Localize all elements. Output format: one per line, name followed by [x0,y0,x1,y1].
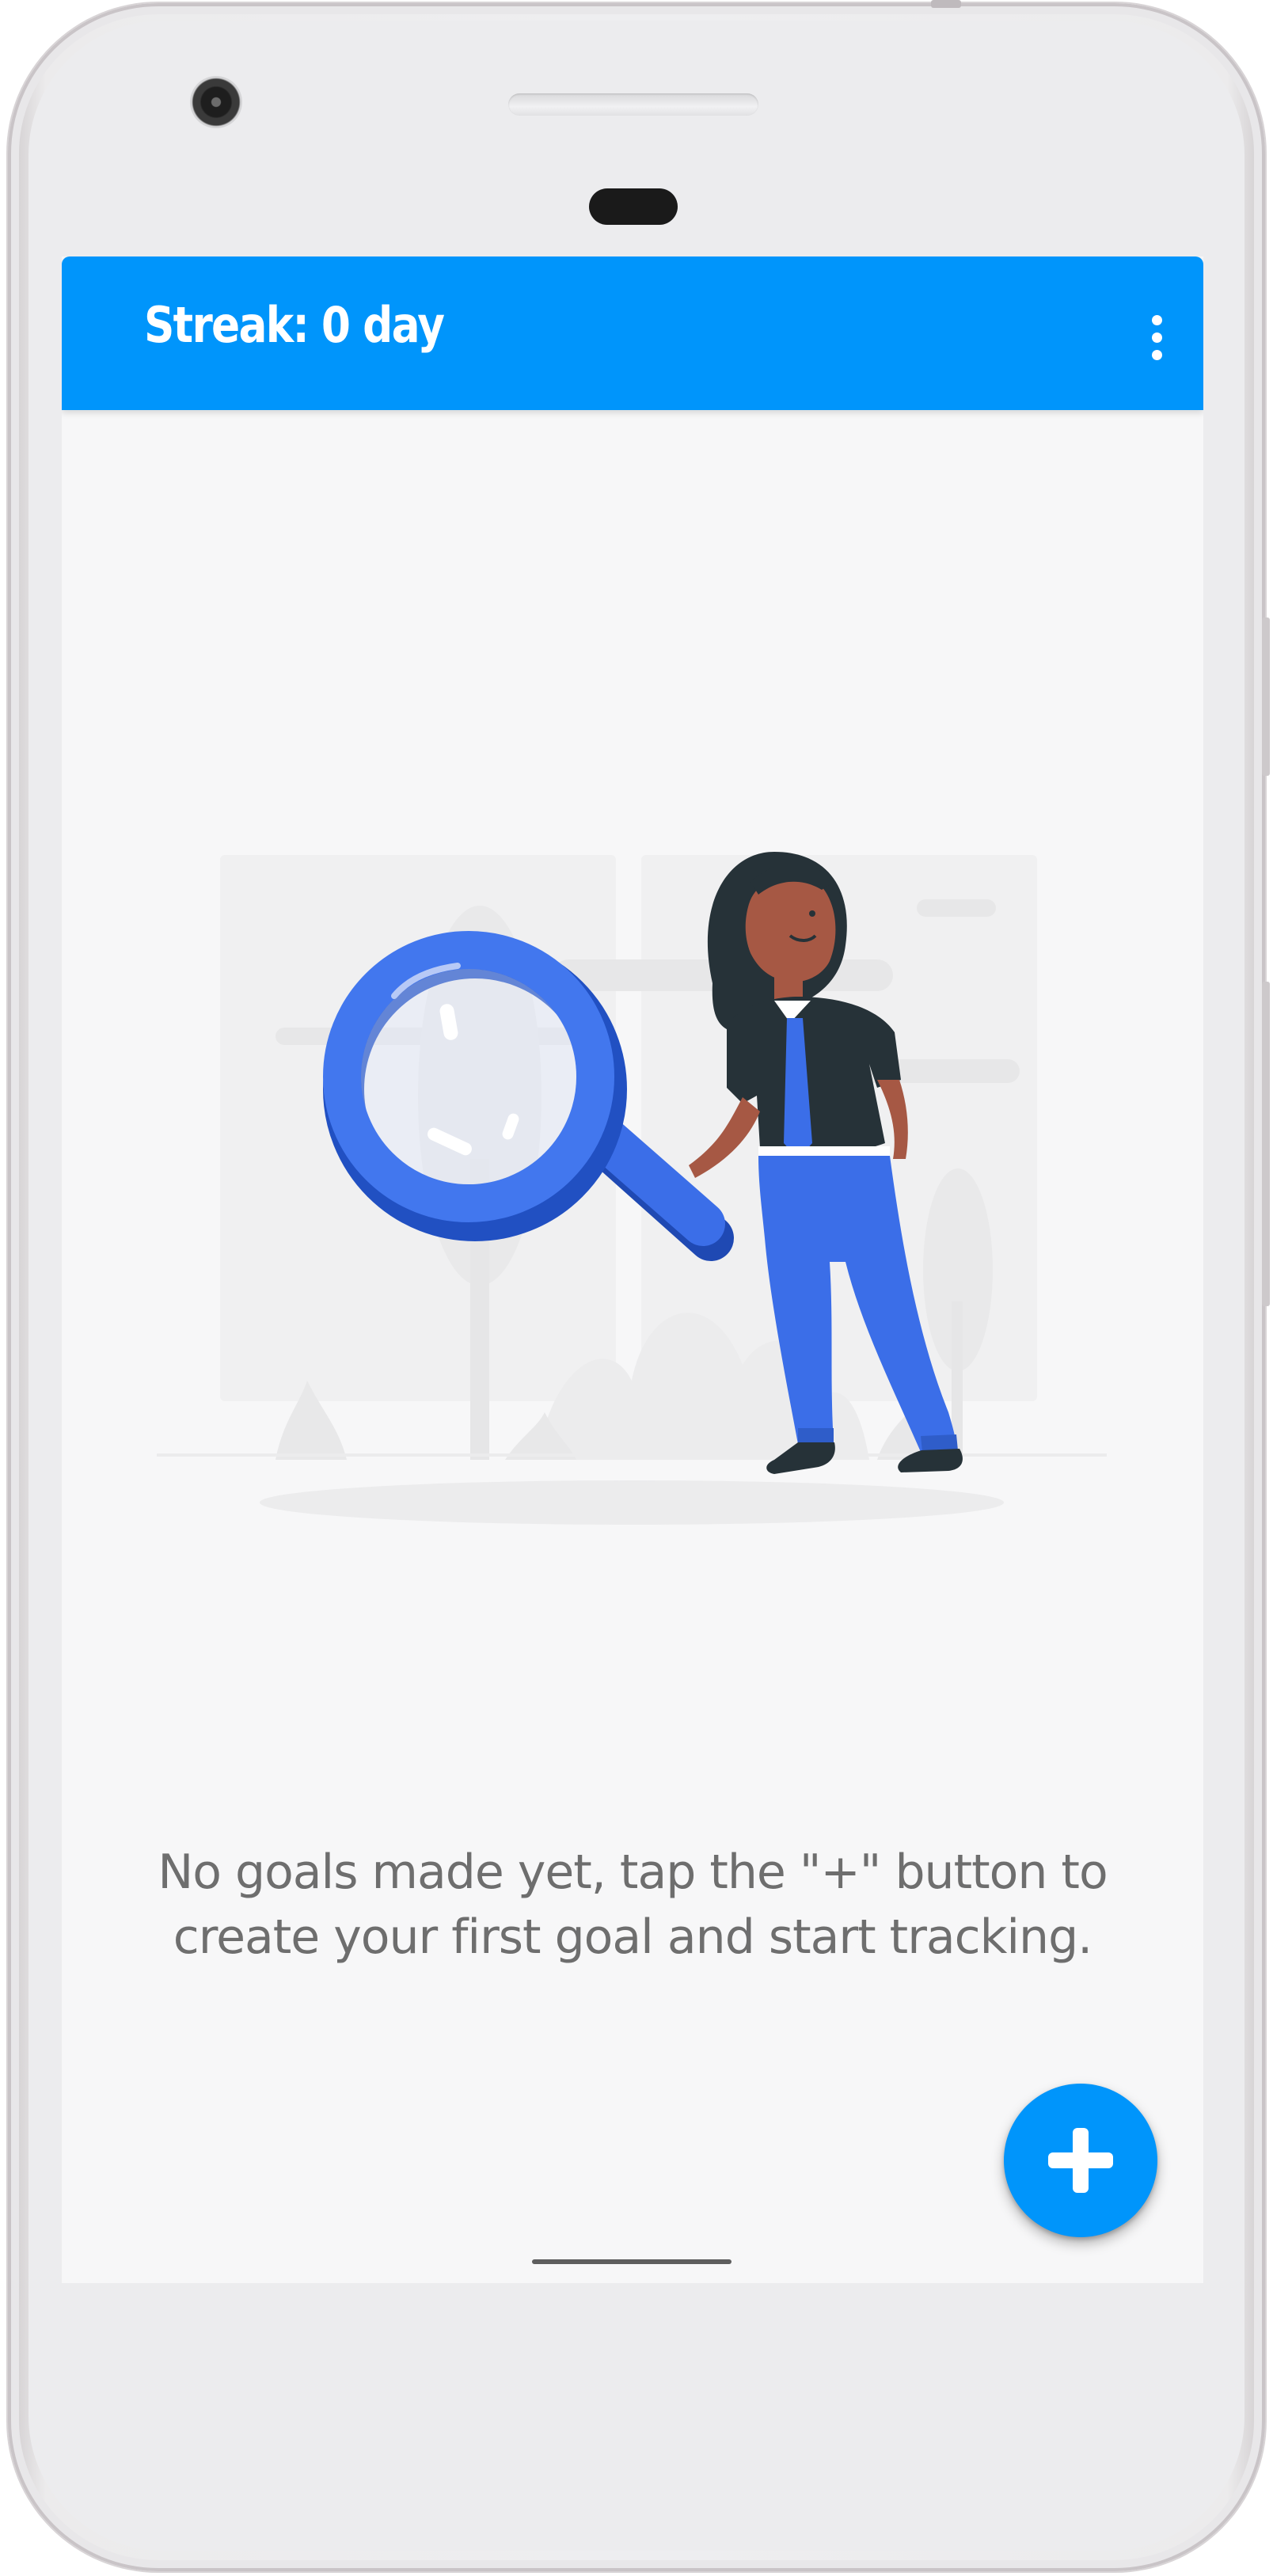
proximity-sensor [589,188,678,225]
phone-volume-button [1262,982,1270,1306]
bg-wisp [917,899,996,917]
empty-state-illustration [157,852,1107,1525]
ground-line [157,1453,1107,1457]
add-goal-button[interactable] [1004,2084,1157,2237]
front-camera [190,76,242,128]
phone-power-button [1262,617,1270,776]
empty-state-message: No goals made yet, tap the "+" button to… [158,1845,1108,1965]
app-screen: Streak: 0 day No goals made yet, tap the… [62,256,1203,2283]
home-indicator[interactable] [532,2259,732,2264]
earpiece-speaker [508,93,758,116]
plus-icon [1048,2128,1113,2193]
ground-shadow [260,1480,1004,1525]
phone-top-button [931,0,961,8]
